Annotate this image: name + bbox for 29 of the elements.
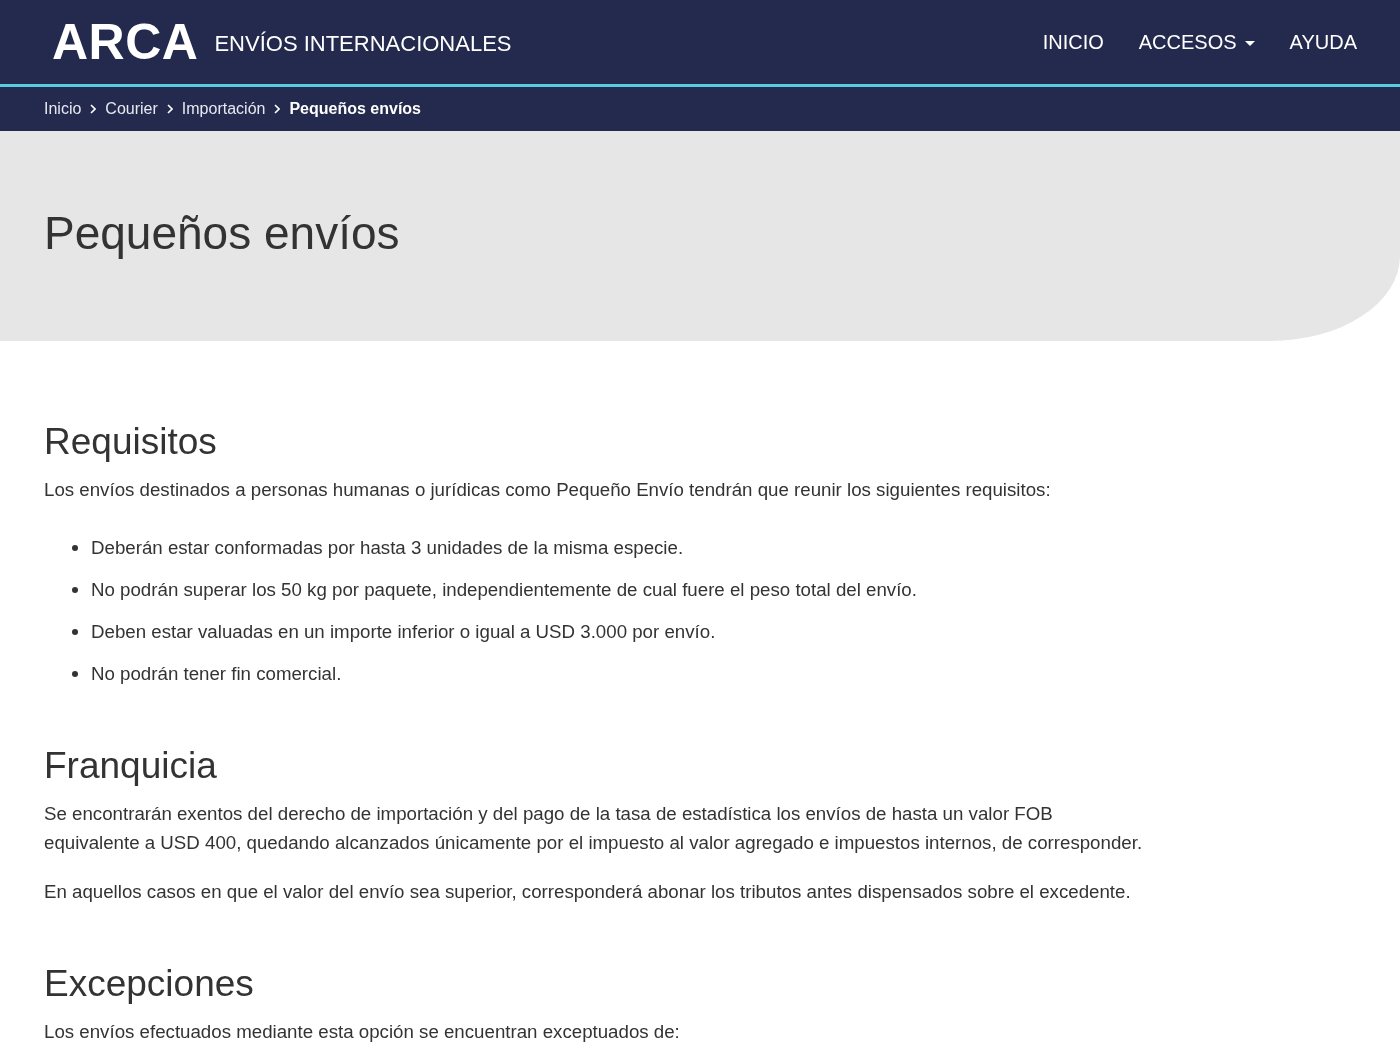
chevron-right-icon bbox=[274, 104, 281, 114]
section-heading: Franquicia bbox=[44, 744, 218, 787]
bullet-icon bbox=[72, 628, 78, 635]
caret-icon bbox=[1244, 40, 1255, 46]
nav-link[interactable]: AYUDA bbox=[1289, 27, 1357, 57]
breadcrumb-link[interactable]: Importación bbox=[181, 97, 266, 121]
bullet-icon bbox=[72, 544, 78, 551]
breadcrumb-link[interactable]: Courier bbox=[105, 97, 158, 121]
section-heading: Excepciones bbox=[44, 962, 255, 1005]
chevron-right-icon bbox=[166, 104, 173, 114]
list-item-text: No podrán tener fin comercial. bbox=[91, 662, 342, 686]
logo[interactable]: ARCA bbox=[52, 17, 199, 67]
body-paragraph: Se encontrarán exentos del derecho de importación y del pago de la tasa de estadística los envíos de hasta un valor FOB equivalente a USD 400, quedando alcanzados únicamente por el impuesto al valor agregado e impuestos internos, de corresponder. bbox=[44, 802, 1144, 855]
bullet-icon bbox=[72, 586, 78, 593]
body-paragraph: Los envíos destinados a personas humanas o jurídicas como Pequeño Envío tendrán que reunir los siguientes requisitos: bbox=[44, 478, 1052, 502]
site-title: ENVÍOS INTERNACIONALES bbox=[214, 29, 512, 58]
list-item-text: Deben estar valuadas en un importe inferior o igual a USD 3.000 por envío. bbox=[91, 620, 716, 644]
section-heading: Requisitos bbox=[44, 420, 218, 463]
nav-link[interactable]: INICIO bbox=[1042, 27, 1104, 57]
list-item-text: Deberán estar conformadas por hasta 3 unidades de la misma especie. bbox=[91, 536, 684, 560]
body-paragraph: En aquellos casos en que el valor del envío sea superior, corresponderá abonar los tributos antes dispensados sobre el excedente. bbox=[44, 880, 1132, 904]
breadcrumb-link[interactable]: Inicio bbox=[44, 97, 82, 121]
body-paragraph: Los envíos efectuados mediante esta opción se encuentran exceptuados de: bbox=[44, 1020, 681, 1044]
breadcrumb-current: Pequeños envíos bbox=[289, 99, 421, 119]
list-item-text: No podrán superar los 50 kg por paquete, independientemente de cual fuere el peso total del envío. bbox=[91, 578, 917, 602]
page-title: Pequeños envíos bbox=[44, 207, 401, 259]
nav-link[interactable]: ACCESOS bbox=[1138, 27, 1255, 57]
chevron-right-icon bbox=[90, 104, 97, 114]
bullet-icon bbox=[72, 670, 78, 677]
